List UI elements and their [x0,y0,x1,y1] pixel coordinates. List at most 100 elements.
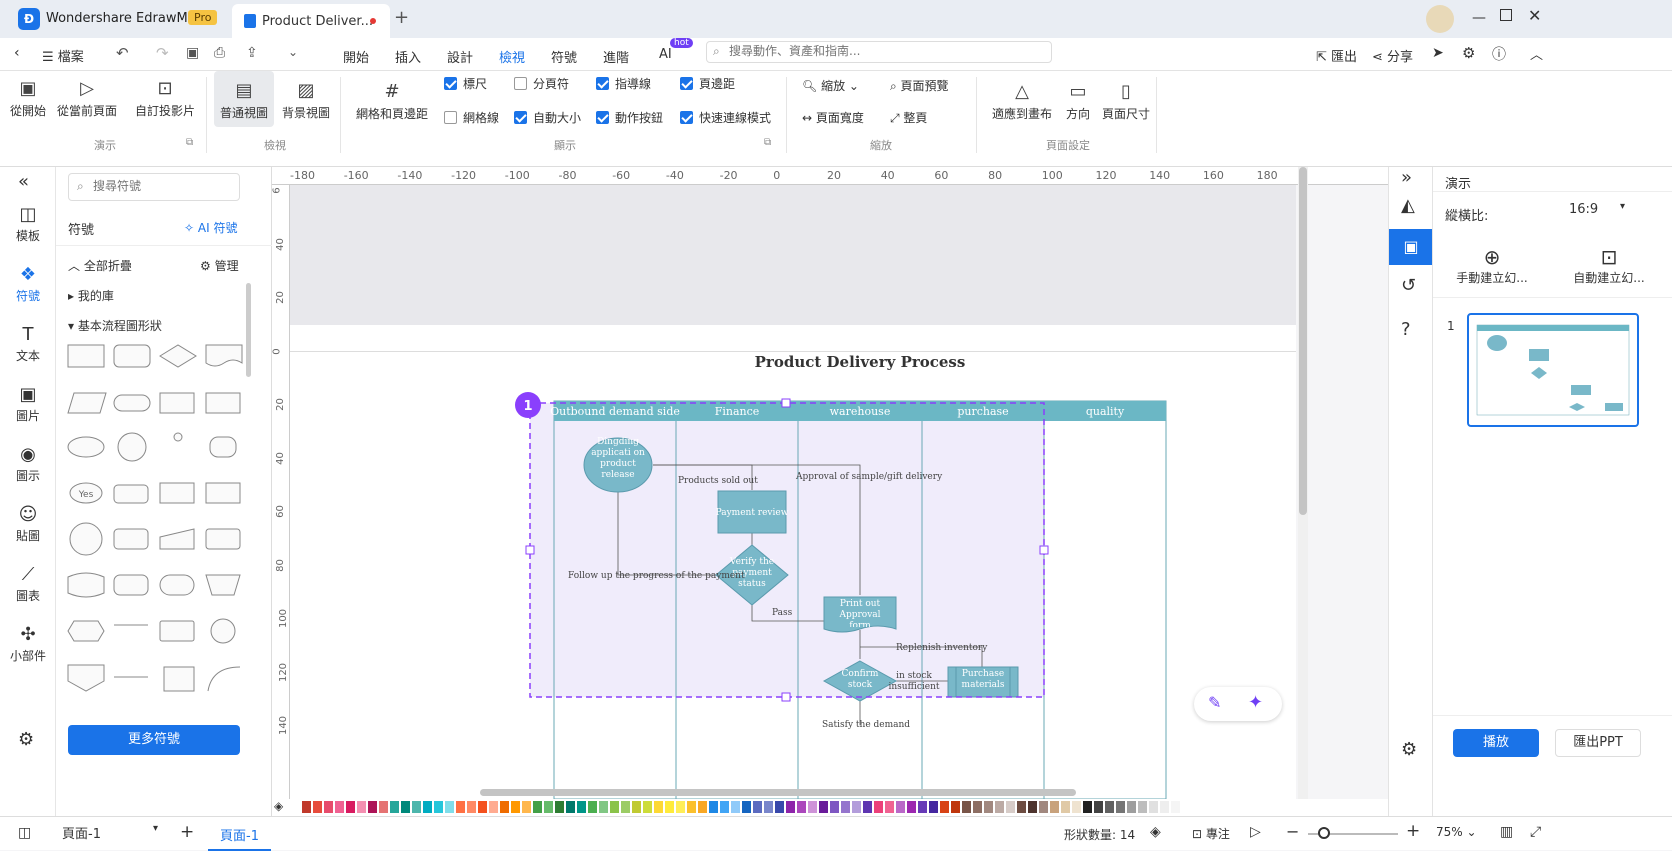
aspect-ratio-select[interactable]: 16:9 ▾ [1563,199,1627,223]
zoom-in-icon[interactable]: + [1406,821,1420,841]
quick-connect-checkbox[interactable]: 快速連線模式 [680,109,771,126]
search-box[interactable]: ⌕ [706,41,1052,63]
basic-flow-section[interactable]: ▾ 基本流程圖形狀 [68,317,162,334]
nav-symbols[interactable]: ❖ 符號 [0,263,56,304]
color-swatch[interactable] [775,801,784,813]
nav-templates[interactable]: ◫ 模板 [0,203,56,244]
color-swatch[interactable] [423,801,432,813]
normal-view-button[interactable]: ▤ 普通視圖 [214,71,274,127]
more-symbols-button[interactable]: 更多符號 [68,725,240,755]
page-margin-checkbox[interactable]: 頁邊距 [680,75,735,92]
horizontal-scrollbar[interactable] [480,789,1076,796]
tab-advanced[interactable]: 進階 [603,47,655,73]
presentation-panel-icon[interactable]: ▣ [1389,229,1433,265]
page-panel-icon[interactable]: ◫ [18,825,31,841]
ai-symbol-button[interactable]: ✧ AI 符號 [184,219,237,236]
color-swatch[interactable] [390,801,399,813]
page-size-button[interactable]: ▯ 頁面尺寸 [1100,75,1152,125]
nav-widgets[interactable]: ✣ 小部件 [0,623,56,664]
color-swatch[interactable] [599,801,608,813]
auto-create-button[interactable]: ⊡ 自動建立幻... [1559,245,1659,286]
help-icon[interactable]: ⓘ [1492,44,1506,64]
send-icon[interactable]: ➤ [1432,45,1444,61]
resize-handle[interactable] [525,545,535,555]
layers-icon[interactable]: ◈ [1150,824,1161,840]
color-swatch[interactable] [368,801,377,813]
color-swatch[interactable] [973,801,982,813]
manage-button[interactable]: ⚙ 管理 [200,257,239,274]
color-swatch[interactable] [401,801,410,813]
tab-design[interactable]: 設計 [447,47,499,73]
save-icon[interactable]: ▣ [186,45,199,61]
color-swatch[interactable] [852,801,861,813]
color-swatch[interactable] [753,801,762,813]
color-swatch[interactable] [687,801,696,813]
page-break-checkbox[interactable]: 分頁符 [514,75,569,92]
file-menu[interactable]: ☰ 檔案 [42,46,84,65]
fit-to-canvas-button[interactable]: △ 適應到畫布 [990,75,1054,125]
action-button-checkbox[interactable]: 動作按鈕 [596,109,663,126]
group-expand-icon[interactable]: ⧉ [186,137,193,148]
color-swatch[interactable] [786,801,795,813]
symbol-search-box[interactable]: ⌕ [68,173,240,201]
guideline-checkbox[interactable]: 指導線 [596,75,651,92]
settings-icon[interactable]: ⚙ [18,729,34,750]
tab-start[interactable]: 開始 [343,47,395,73]
color-swatch[interactable] [1094,801,1103,813]
present-from-start-button[interactable]: ▣ 從開始 [6,75,50,119]
color-swatch[interactable] [302,801,311,813]
color-swatch[interactable] [610,801,619,813]
color-swatch[interactable] [1083,801,1092,813]
close-window-button[interactable]: ✕ [1528,6,1541,25]
color-swatch[interactable] [522,801,531,813]
color-swatch[interactable] [698,801,707,813]
nav-icons[interactable]: ◉ 圖示 [0,443,56,484]
color-swatch[interactable] [1017,801,1026,813]
nav-charts[interactable]: ⟋ 圖表 [0,563,56,604]
add-page-icon[interactable]: + [180,822,194,842]
document-tab[interactable]: Product Deliver... [232,4,390,38]
color-swatch[interactable] [1127,801,1136,813]
full-page-button[interactable]: ⤢ 整頁 [890,109,927,126]
color-swatch[interactable] [346,801,355,813]
vertical-scrollbar[interactable] [1299,167,1307,515]
play-button[interactable]: 播放 [1453,729,1539,757]
color-swatch[interactable] [720,801,729,813]
color-swatch[interactable] [489,801,498,813]
nav-stickers[interactable]: ☺ 貼圖 [0,503,56,544]
color-swatch[interactable] [324,801,333,813]
color-swatch[interactable] [841,801,850,813]
collapse-ribbon-icon[interactable]: ︿ [1530,44,1543,63]
export-button[interactable]: ⇱ 匯出 [1316,46,1357,65]
zoom-button[interactable]: 🔍︎ 縮放 ⌄ [802,77,859,94]
color-swatch[interactable] [544,801,553,813]
tab-symbol[interactable]: 符號 [551,47,603,73]
color-swatch[interactable] [621,801,630,813]
color-swatch[interactable] [951,801,960,813]
color-swatch[interactable] [918,801,927,813]
color-swatch[interactable] [1171,801,1180,813]
page-tab[interactable]: 頁面-1 [208,817,271,851]
color-swatch[interactable] [874,801,883,813]
color-swatch[interactable] [830,801,839,813]
color-swatch[interactable] [1028,801,1037,813]
export-quick-icon[interactable]: ⇪ [246,45,258,61]
zoom-slider-handle[interactable] [1318,827,1330,839]
symbol-search-input[interactable] [93,179,233,193]
color-swatch[interactable] [643,801,652,813]
custom-slides-button[interactable]: ⊡ 自訂投影片 [134,75,196,119]
color-swatch[interactable] [676,801,685,813]
color-swatch[interactable] [1061,801,1070,813]
tab-ai[interactable]: AI [655,47,695,73]
color-swatch[interactable] [588,801,597,813]
ruler-checkbox[interactable]: 標尺 [444,75,487,92]
magic-wand-icon[interactable]: ✎ [1208,693,1221,712]
color-swatch[interactable] [885,801,894,813]
color-swatch[interactable] [1072,801,1081,813]
background-view-button[interactable]: ▨ 背景視圖 [278,71,334,127]
book-icon[interactable]: ▥ [1500,824,1513,840]
color-swatch[interactable] [995,801,1004,813]
color-swatch[interactable] [764,801,773,813]
color-swatch[interactable] [808,801,817,813]
share-button[interactable]: ⋖ 分享 [1372,46,1413,65]
